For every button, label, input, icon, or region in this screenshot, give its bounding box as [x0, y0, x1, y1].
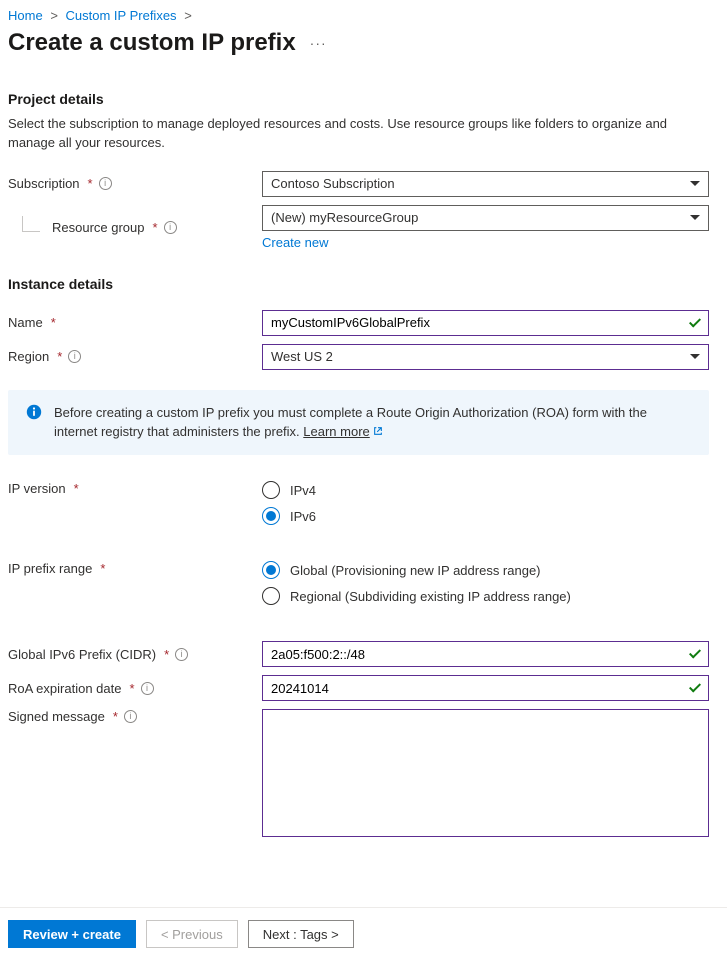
wizard-footer: Review + create < Previous Next : Tags > [0, 907, 727, 960]
info-icon[interactable] [164, 221, 177, 234]
radio-global[interactable]: Global (Provisioning new IP address rang… [262, 561, 709, 579]
next-button[interactable]: Next : Tags > [248, 920, 354, 948]
learn-more-link[interactable]: Learn more [303, 424, 382, 439]
section-instance-details: Instance details [8, 276, 709, 292]
checkmark-icon [689, 683, 701, 693]
chevron-right-icon: > [180, 8, 196, 23]
name-input[interactable] [262, 310, 709, 336]
label-subscription: Subscription* [8, 176, 262, 191]
page-title: Create a custom IP prefix ··· [8, 29, 709, 57]
project-details-desc: Select the subscription to manage deploy… [8, 115, 709, 153]
radio-icon [262, 587, 280, 605]
external-link-icon [373, 426, 383, 436]
info-alert: Before creating a custom IP prefix you m… [8, 390, 709, 456]
info-icon[interactable] [175, 648, 188, 661]
section-project-details: Project details [8, 91, 709, 107]
info-icon[interactable] [99, 177, 112, 190]
create-new-link[interactable]: Create new [262, 235, 709, 250]
region-select[interactable]: West US 2 [262, 344, 709, 370]
info-icon[interactable] [141, 682, 154, 695]
more-actions-icon[interactable]: ··· [310, 35, 327, 51]
previous-button[interactable]: < Previous [146, 920, 238, 948]
label-ip-version: IP version* [8, 481, 262, 496]
breadcrumb: Home > Custom IP Prefixes > [8, 8, 709, 23]
breadcrumb-custom-ip-prefixes[interactable]: Custom IP Prefixes [66, 8, 177, 23]
review-create-button[interactable]: Review + create [8, 920, 136, 948]
checkmark-icon [689, 318, 701, 328]
label-ip-prefix-range: IP prefix range* [8, 561, 262, 576]
radio-icon [262, 507, 280, 525]
chevron-right-icon: > [46, 8, 62, 23]
info-circle-icon [26, 404, 42, 420]
radio-icon [262, 481, 280, 499]
label-region: Region* [8, 349, 262, 364]
tree-elbow-icon [22, 216, 40, 232]
info-icon[interactable] [68, 350, 81, 363]
label-cidr: Global IPv6 Prefix (CIDR)* [8, 647, 262, 662]
radio-ipv4[interactable]: IPv4 [262, 481, 709, 499]
chevron-down-icon [690, 215, 700, 220]
signed-message-textarea[interactable] [262, 709, 709, 837]
label-name: Name* [8, 315, 262, 330]
radio-regional[interactable]: Regional (Subdividing existing IP addres… [262, 587, 709, 605]
label-roa-date: RoA expiration date* [8, 681, 262, 696]
ip-version-radio-group: IPv4 IPv6 [262, 481, 709, 525]
resource-group-select[interactable]: (New) myResourceGroup [262, 205, 709, 231]
roa-date-input[interactable] [262, 675, 709, 701]
radio-icon [262, 561, 280, 579]
chevron-down-icon [690, 354, 700, 359]
breadcrumb-home[interactable]: Home [8, 8, 43, 23]
cidr-input[interactable] [262, 641, 709, 667]
info-icon[interactable] [124, 710, 137, 723]
prefix-range-radio-group: Global (Provisioning new IP address rang… [262, 561, 709, 605]
chevron-down-icon [690, 181, 700, 186]
subscription-select[interactable]: Contoso Subscription [262, 171, 709, 197]
checkmark-icon [689, 649, 701, 659]
label-resource-group: Resource group* [8, 220, 262, 235]
radio-ipv6[interactable]: IPv6 [262, 507, 709, 525]
label-signed-message: Signed message* [8, 709, 262, 724]
